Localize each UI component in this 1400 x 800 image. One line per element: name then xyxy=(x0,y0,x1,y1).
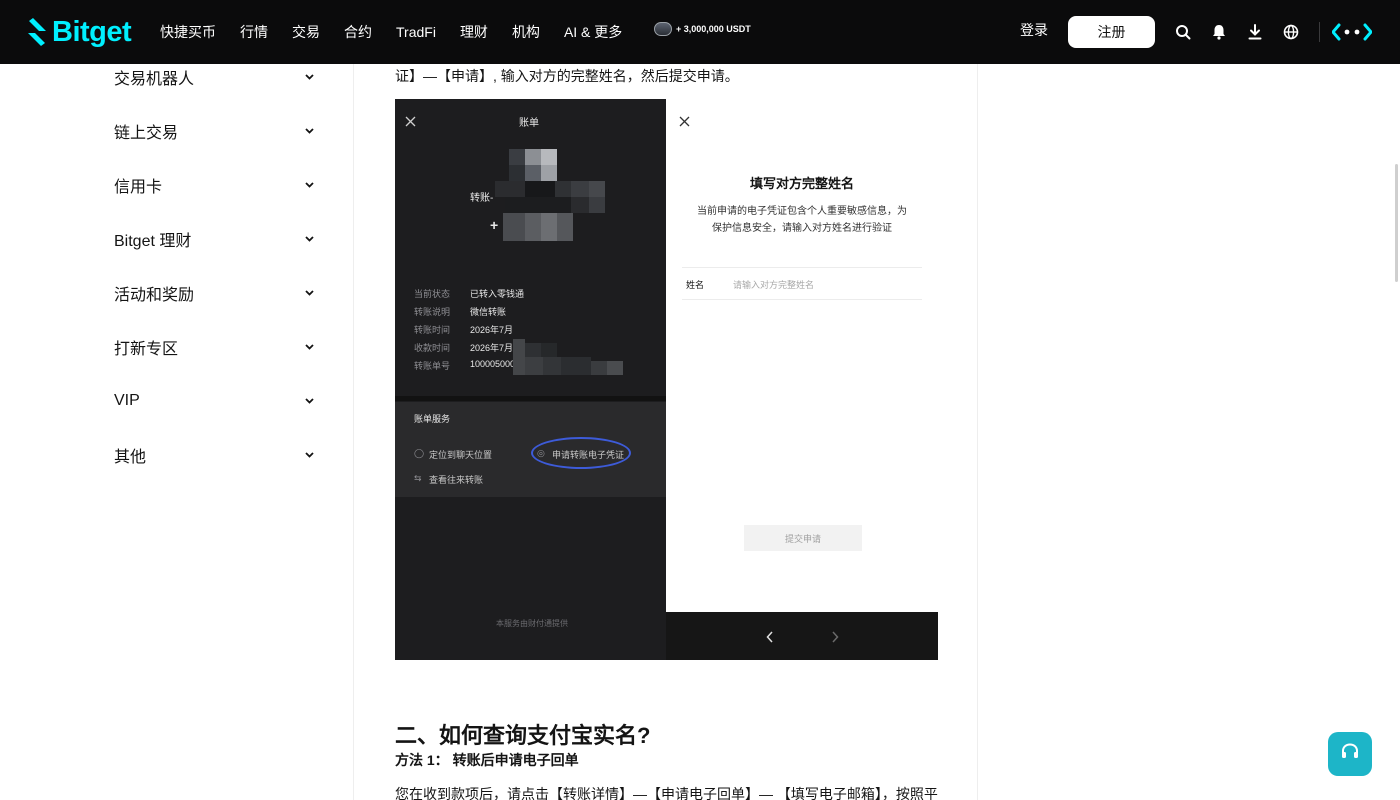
bitget-logo-icon xyxy=(24,16,50,48)
signup-button[interactable]: 注册 xyxy=(1068,16,1155,48)
article-content: 证】—【申请】, 输入对方的完整姓名，然后提交申请。 账单 转账- + 当前状态… xyxy=(355,64,978,800)
sidebar-item-other[interactable]: 其他 xyxy=(114,440,314,470)
search-icon[interactable] xyxy=(1171,20,1195,44)
chat-bubble-icon: ◯ xyxy=(414,448,425,458)
chevron-down-icon xyxy=(304,288,314,298)
verification-desc-1: 当前申请的电子凭证包含个人重要敏感信息，为 xyxy=(697,206,907,217)
field-divider xyxy=(682,267,922,268)
download-icon[interactable] xyxy=(1243,20,1267,44)
bill-screen: 账单 转账- + 当前状态 已转入零钱通 转账说明 微信转账 转账时间 2026… xyxy=(395,99,666,660)
customer-support-button[interactable] xyxy=(1328,732,1372,776)
field-label: 转账说明 xyxy=(414,307,451,317)
bell-icon[interactable] xyxy=(1207,20,1231,44)
chevron-down-icon xyxy=(304,126,314,136)
article-screenshot: 账单 转账- + 当前状态 已转入零钱通 转账说明 微信转账 转账时间 2026… xyxy=(395,99,938,660)
page-scrollbar[interactable] xyxy=(1395,164,1398,282)
verification-title: 填写对方完整姓名 xyxy=(749,176,854,191)
bitget-logo[interactable]: Bitget xyxy=(24,14,132,50)
sidebar-item-label: 其他 xyxy=(114,449,147,466)
service-history: 查看往来转账 xyxy=(429,475,484,485)
method-heading: 方法 1： 转账后申请电子回单 xyxy=(395,752,579,768)
field-value: 100005000 xyxy=(470,359,516,369)
close-icon xyxy=(405,114,416,132)
login-link[interactable]: 登录 xyxy=(1020,20,1048,40)
nav-quick-buy[interactable]: 快捷买币 xyxy=(148,0,228,64)
field-label: 当前状态 xyxy=(414,289,451,299)
nav-trade[interactable]: 交易 xyxy=(280,0,332,64)
sidebar-item-label: VIP xyxy=(114,392,140,409)
sidebar-item-label: 打新专区 xyxy=(114,341,179,358)
logo-text: Bitget xyxy=(52,15,132,48)
sidebar-item-vip[interactable]: VIP xyxy=(114,386,314,416)
globe-icon[interactable] xyxy=(1279,20,1303,44)
submit-application-label: 提交申请 xyxy=(744,525,862,551)
name-placeholder: 请输入对方完整姓名 xyxy=(733,280,815,290)
headset-icon xyxy=(1340,742,1360,767)
nav-markets[interactable]: 行情 xyxy=(228,0,280,64)
top-header: Bitget 快捷买币 行情 交易 合约 TradFi 理财 机构 AI & 更… xyxy=(0,0,1400,64)
sidebar-item-label: 链上交易 xyxy=(114,125,179,142)
field-label: 转账单号 xyxy=(414,361,451,371)
chevron-down-icon xyxy=(304,396,314,406)
main-nav: 快捷买币 行情 交易 合约 TradFi 理财 机构 AI & 更多 xyxy=(148,0,634,64)
verification-desc-2: 保护信息安全，请输入对方姓名进行验证 xyxy=(712,223,892,234)
field-value: 2026年7月 xyxy=(470,325,514,335)
chevron-down-icon xyxy=(304,180,314,190)
chevron-left-icon xyxy=(766,630,774,648)
sidebar-item-credit-card[interactable]: 信用卡 xyxy=(114,170,314,200)
sidebar-item-trading-bots[interactable]: 交易机器人 xyxy=(114,62,314,92)
services-title: 账单服务 xyxy=(414,414,451,424)
service-footer: 本服务由财付通提供 xyxy=(496,619,568,628)
field-value: 2026年7月 xyxy=(470,343,514,353)
sidebar-item-label: 信用卡 xyxy=(114,179,163,196)
transfer-prefix: 转账- xyxy=(470,193,494,204)
nav-earn[interactable]: 理财 xyxy=(448,0,500,64)
nav-futures[interactable]: 合约 xyxy=(332,0,384,64)
highlight-ring xyxy=(531,437,631,469)
article-paragraph: 证】—【申请】, 输入对方的完整姓名，然后提交申请。 xyxy=(395,68,739,84)
section-divider xyxy=(395,396,666,401)
nav-tradfi[interactable]: TradFi xyxy=(384,0,448,64)
promo-badge-icon xyxy=(654,22,672,36)
sidebar-item-launchpad[interactable]: 打新专区 xyxy=(114,332,314,362)
chevron-down-icon xyxy=(304,72,314,82)
sidebar-item-label: 活动和奖励 xyxy=(114,287,195,304)
sidebar-item-bitget-earn[interactable]: Bitget 理财 xyxy=(114,224,314,254)
ai-agent-icon[interactable] xyxy=(1332,20,1372,44)
nav-ai-more[interactable]: AI & 更多 xyxy=(552,0,634,64)
field-value: 微信转账 xyxy=(470,307,507,317)
promo-banner[interactable]: + 3,000,000 USDT xyxy=(654,22,751,36)
screenshot-pager-bar xyxy=(666,612,938,660)
sidebar-item-label: 交易机器人 xyxy=(114,71,195,88)
close-icon xyxy=(679,114,690,132)
chevron-down-icon xyxy=(304,450,314,460)
sidebar-item-label: Bitget 理财 xyxy=(114,233,192,250)
sidebar-item-events-rewards[interactable]: 活动和奖励 xyxy=(114,278,314,308)
section-heading: 二、如何查询支付宝实名? xyxy=(395,723,651,748)
chevron-down-icon xyxy=(304,342,314,352)
chevron-right-icon xyxy=(831,630,839,648)
article-paragraph: 您在收到款项后，请点击【转账详情】—【申请电子回单】— 【填写电子邮箱】，按照平 xyxy=(395,786,938,800)
bill-title: 账单 xyxy=(519,118,539,129)
field-label: 收款时间 xyxy=(414,343,451,353)
name-verification-screen: 填写对方完整姓名 当前申请的电子凭证包含个人重要敏感信息，为 保护信息安全，请输… xyxy=(666,99,938,612)
chevron-down-icon xyxy=(304,234,314,244)
plus-icon: + xyxy=(490,217,499,233)
name-label: 姓名 xyxy=(686,280,705,290)
field-divider xyxy=(682,299,922,300)
promo-text: + 3,000,000 USDT xyxy=(676,24,751,34)
header-divider xyxy=(1319,22,1320,42)
left-sidebar: 交易机器人 链上交易 信用卡 Bitget 理财 活动和奖励 打新专区 VIP … xyxy=(0,64,354,800)
field-value: 已转入零钱通 xyxy=(470,289,525,299)
field-label: 转账时间 xyxy=(414,325,451,335)
service-locate: 定位到聊天位置 xyxy=(429,450,493,460)
nav-institutional[interactable]: 机构 xyxy=(500,0,552,64)
exchange-icon: ⇆ xyxy=(414,473,422,483)
sidebar-item-onchain-trading[interactable]: 链上交易 xyxy=(114,116,314,146)
